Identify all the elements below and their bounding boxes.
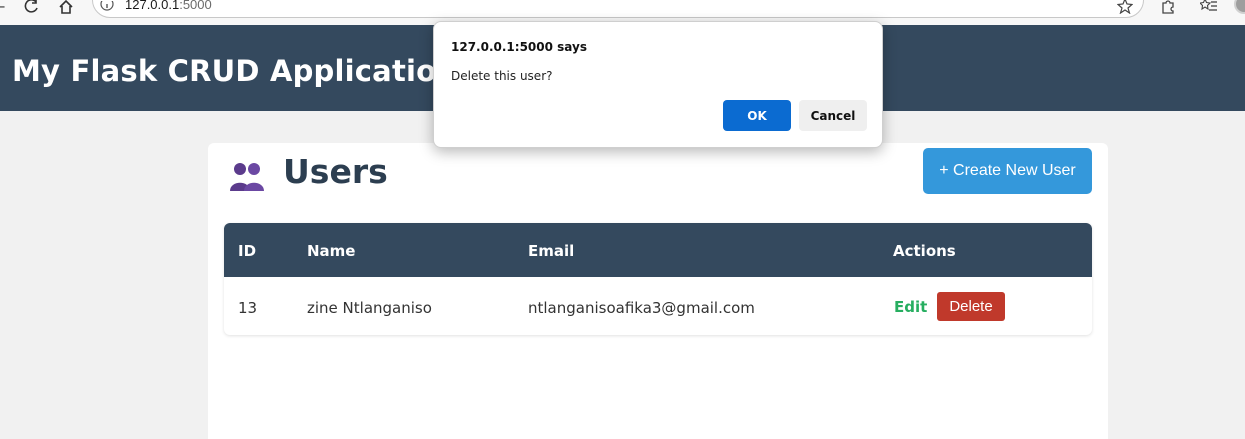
users-icon — [228, 160, 268, 192]
column-header-actions: Actions — [893, 242, 956, 260]
avatar[interactable] — [1234, 0, 1245, 14]
home-icon[interactable] — [57, 0, 75, 14]
address-bar[interactable] — [92, 0, 1144, 18]
confirm-dialog: 127.0.0.1:5000 says Delete this user? OK… — [433, 21, 883, 148]
ok-button[interactable]: OK — [723, 100, 791, 131]
info-icon[interactable] — [100, 0, 114, 14]
cancel-button[interactable]: Cancel — [799, 100, 867, 131]
table-header: ID Name Email Actions — [224, 223, 1092, 277]
cell-name: zine Ntlanganiso — [307, 299, 432, 317]
column-header-email: Email — [528, 242, 575, 260]
extensions-icon[interactable] — [1160, 0, 1176, 14]
cell-id: 13 — [238, 299, 258, 317]
cell-email: ntlanganisoafika3@gmail.com — [528, 299, 755, 317]
app-title: My Flask CRUD Application — [12, 54, 458, 88]
url-host: 127.0.0.1 — [125, 0, 180, 12]
favorites-icon[interactable] — [1198, 0, 1218, 14]
star-icon[interactable] — [1116, 0, 1134, 15]
url-port: :5000 — [179, 0, 212, 12]
edit-link[interactable]: Edit — [894, 298, 927, 316]
reload-icon[interactable] — [22, 0, 40, 14]
column-header-id: ID — [238, 242, 257, 260]
dialog-message: Delete this user? — [451, 69, 553, 83]
create-new-user-button[interactable]: + Create New User — [923, 148, 1092, 194]
dialog-title: 127.0.0.1:5000 says — [451, 40, 587, 54]
users-table: ID Name Email Actions 13 zine Ntlanganis… — [224, 223, 1092, 335]
delete-button[interactable]: Delete — [937, 292, 1005, 321]
column-header-name: Name — [307, 242, 356, 260]
back-icon[interactable]: ← — [0, 0, 6, 15]
page-title: Users — [283, 152, 388, 191]
url-text[interactable]: 127.0.0.1:5000 — [125, 0, 212, 12]
